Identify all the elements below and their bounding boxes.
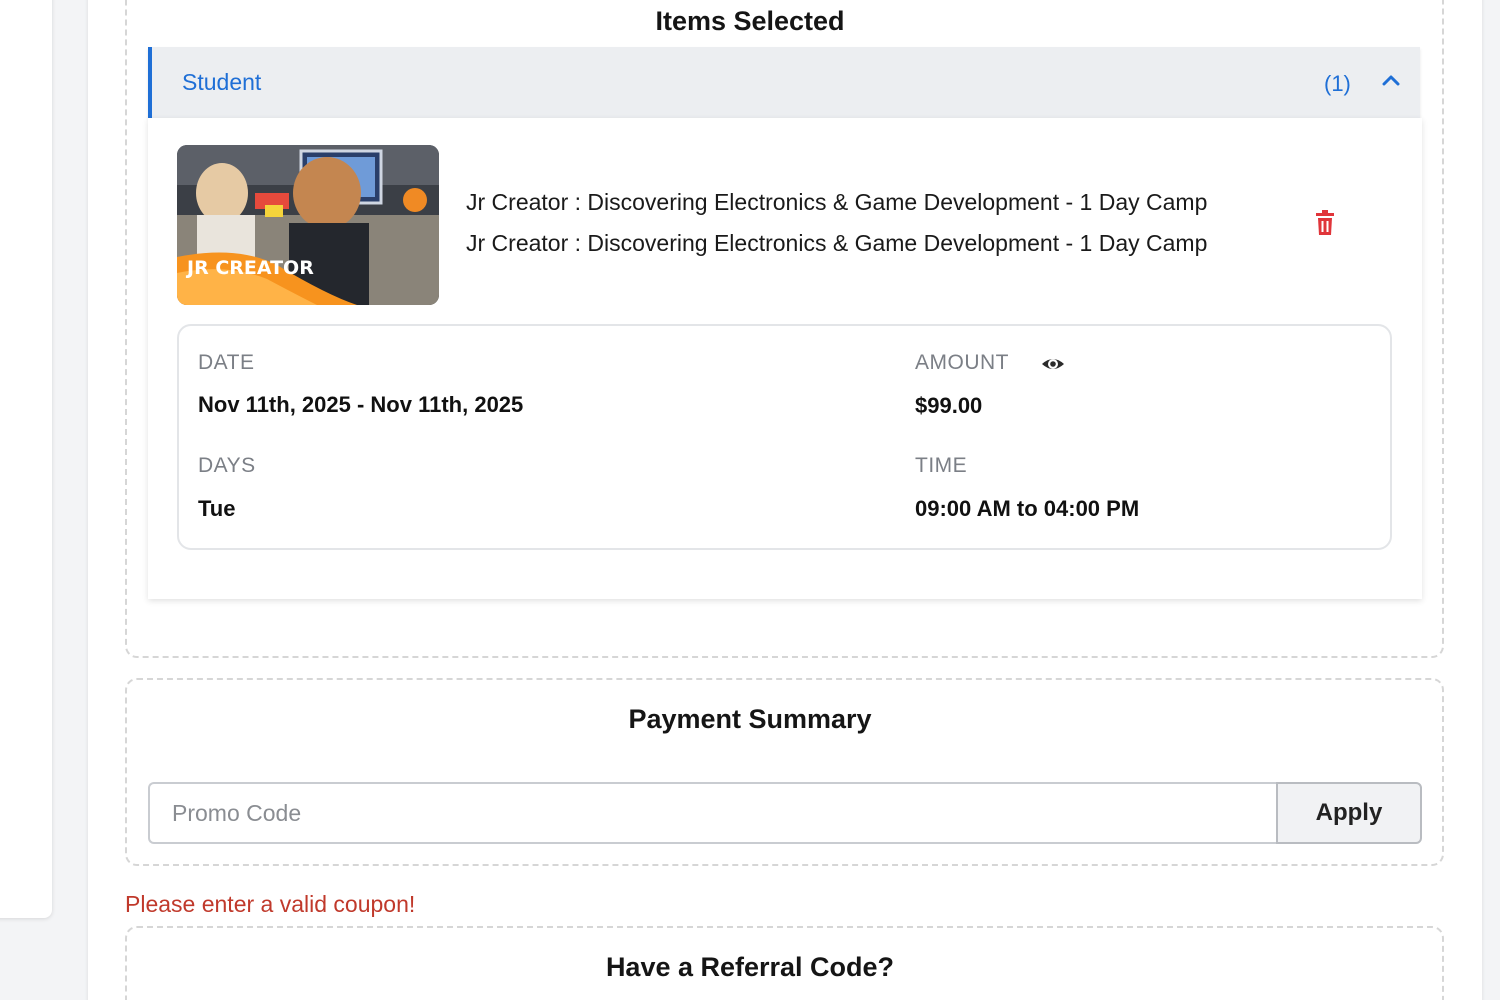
student-accordion-header[interactable]: Student (1) [148,47,1420,118]
payment-summary-title: Payment Summary [628,704,872,734]
days-label: DAYS [198,454,256,477]
amount-label: AMOUNT [915,351,1009,374]
promo-code-input[interactable] [148,782,1278,844]
time-value: 09:00 AM to 04:00 PM [915,496,1140,521]
item-subname: Jr Creator : Discovering Electronics & G… [466,230,1208,256]
chevron-up-icon[interactable] [1380,69,1402,91]
item-thumbnail: JR CREATOR [177,145,439,305]
thumbnail-caption: JR CREATOR [187,257,314,279]
days-value: Tue [198,496,236,521]
time-label: TIME [915,454,968,477]
trash-icon[interactable] [1313,210,1337,236]
amount-value: $99.00 [915,393,983,418]
coupon-error-message: Please enter a valid coupon! [125,891,416,917]
eye-icon[interactable] [1040,352,1066,376]
date-label: DATE [198,351,255,374]
date-value: Nov 11th, 2025 - Nov 11th, 2025 [198,392,524,417]
accordion-label: Student [182,69,262,95]
referral-code-title: Have a Referral Code? [605,952,895,982]
accordion-count: (1) [1324,71,1351,96]
left-sidebar-panel [0,0,52,918]
apply-button[interactable]: Apply [1276,782,1422,844]
item-details-box [177,324,1392,550]
item-name: Jr Creator : Discovering Electronics & G… [466,189,1208,215]
items-selected-title: Items Selected [655,6,845,36]
